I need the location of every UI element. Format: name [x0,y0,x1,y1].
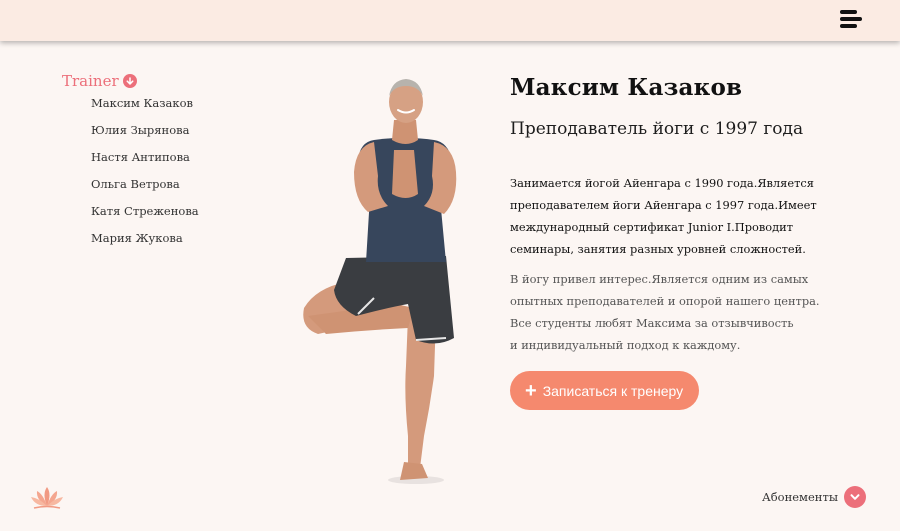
lotus-icon[interactable] [29,484,65,510]
hamburger-menu-icon[interactable] [840,10,862,29]
trainer-about: В йогу привел интерес.Является одним из … [510,268,870,356]
bio-line: преподавателем йоги Айенгара с 1997 года… [510,198,817,212]
chevron-down-icon [122,74,137,88]
trainer-item[interactable]: Юлия Зырянова [91,124,262,151]
trainer-heading: Trainer [62,72,119,90]
trainer-item[interactable]: Катя Стреженова [91,205,262,232]
bio-line: семинары, занятия разных уровней сложнос… [510,242,806,256]
trainer-item[interactable]: Ольга Ветрова [91,178,262,205]
about-line: Все студенты любят Максима за отзывчивос… [510,316,794,330]
bio-line: Занимается йогой Айенгара с 1990 года.Яв… [510,176,814,190]
chevron-down-icon [844,486,866,508]
about-line: В йогу привел интерес.Является одним из … [510,272,809,286]
book-trainer-label: Записаться к тренеру [542,382,684,399]
trainer-role: Преподаватель йоги с 1997 года [510,119,804,139]
about-line: и индивидуальный подход к каждому. [510,338,741,352]
bio-line: международный сертификат Junior I.Провод… [510,220,794,234]
trainer-sidebar: Trainer Максим Казаков Юлия Зырянова Нас… [62,72,262,259]
trainer-profile: Максим Казаков Преподаватель йоги с 1997… [510,72,870,410]
subscriptions-link[interactable]: Абонементы [762,486,866,508]
book-trainer-button[interactable]: + Записаться к тренеру [510,371,700,410]
trainer-item[interactable]: Мария Жукова [91,232,262,259]
trainer-name: Максим Казаков [510,74,743,101]
about-line: опытных преподавателей и опорой нашего ц… [510,294,820,308]
trainer-bio: Занимается йогой Айенгара с 1990 года.Яв… [510,172,870,260]
trainer-list: Максим Казаков Юлия Зырянова Настя Антип… [91,97,262,259]
plus-icon: + [525,379,537,402]
trainer-item[interactable]: Настя Антипова [91,151,262,178]
top-bar [0,0,900,41]
subscriptions-label: Абонементы [762,490,838,504]
trainer-dropdown[interactable]: Trainer [62,72,262,90]
trainer-item[interactable]: Максим Казаков [91,97,262,124]
trainer-photo [303,79,457,484]
